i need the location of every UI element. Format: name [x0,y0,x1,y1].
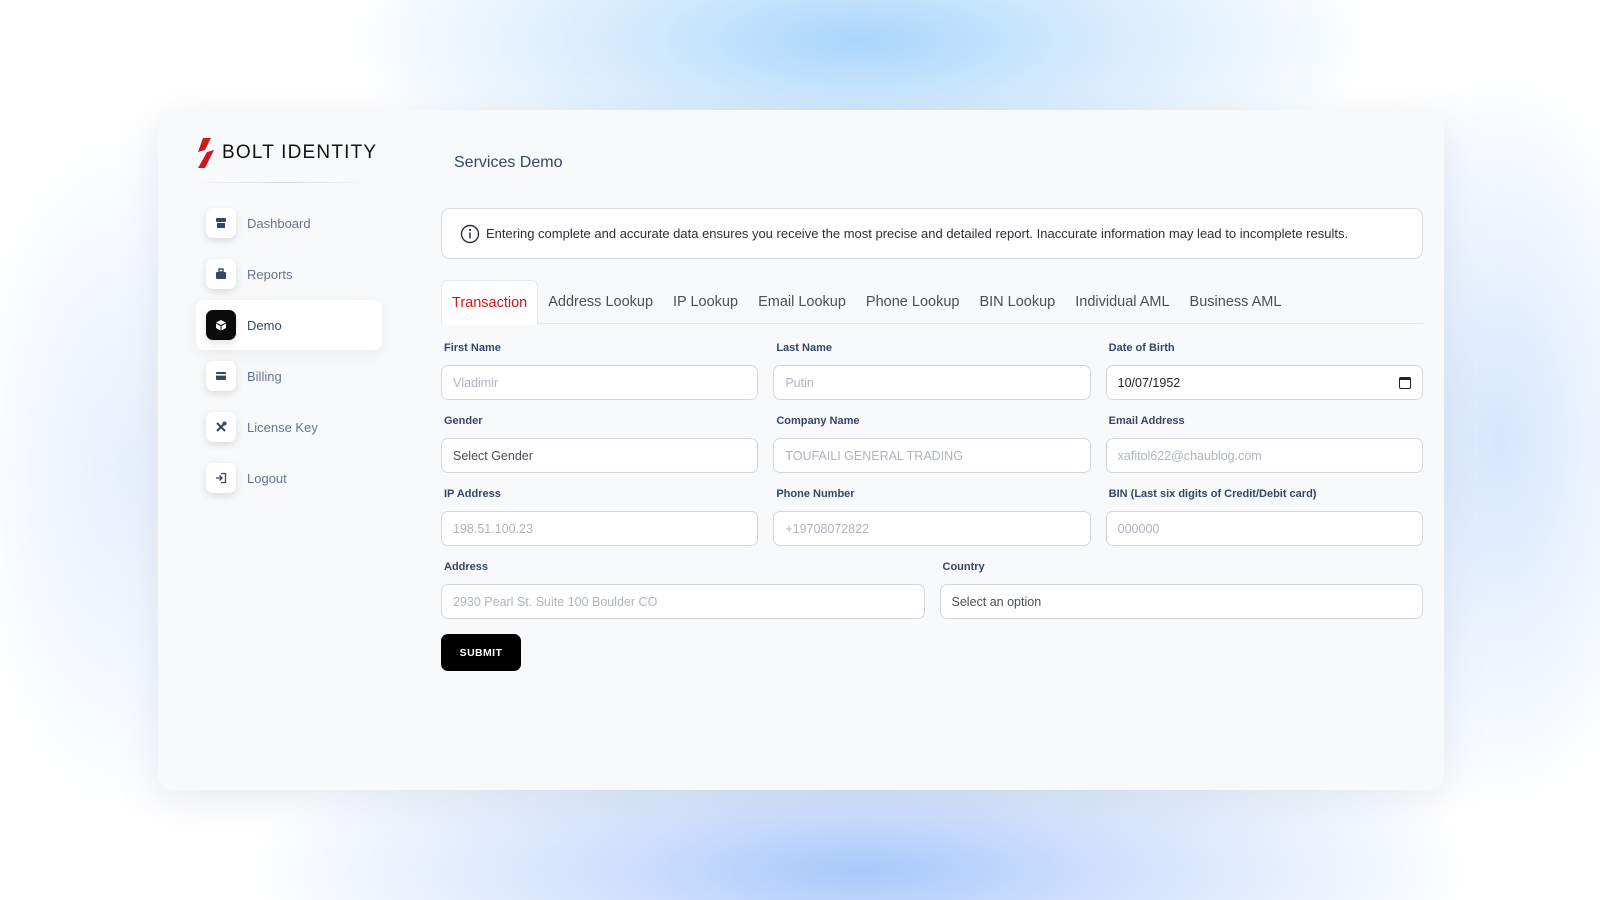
company-label: Company Name [776,415,860,427]
ip-label: IP Address [444,488,501,500]
address-field[interactable]: 2930 Pearl St. Suite 100 Boulder CO [441,584,925,619]
transaction-form: First Name Vladimir Last Name Putin Date… [441,342,1423,671]
sidebar: BOLT IDENTITY Dashboard Reports Demo Bil… [158,110,398,790]
logout-icon [206,463,236,493]
store-icon [206,208,236,238]
form-row: IP Address 198.51.100.23 Phone Number +1… [441,488,1423,546]
form-row: First Name Vladimir Last Name Putin Date… [441,342,1423,400]
tab-ip-lookup[interactable]: IP Lookup [663,280,748,324]
form-row: Address 2930 Pearl St. Suite 100 Boulder… [441,561,1423,619]
phone-group: Phone Number +19708072822 [773,488,1091,546]
info-alert: Entering complete and accurate data ensu… [441,208,1423,259]
gender-group: Gender Select Gender [441,415,759,473]
info-icon [460,224,480,243]
sidebar-item-label: Dashboard [247,215,311,231]
sidebar-item-label: Reports [247,266,293,282]
phone-number-field[interactable]: +19708072822 [773,511,1091,546]
phone-label: Phone Number [776,488,855,500]
brand-logo[interactable]: BOLT IDENTITY [194,138,377,168]
first-name-group: First Name Vladimir [441,342,759,400]
email-group: Email Address xafitol622@chaublog.com [1105,415,1423,473]
tab-business-aml[interactable]: Business AML [1180,280,1292,324]
form-row: Gender Select Gender Company Name TOUFAI… [441,415,1423,473]
bin-field[interactable]: 000000 [1105,511,1423,546]
page-title: Services Demo [454,154,563,171]
first-name-field[interactable]: Vladimir [441,365,759,400]
bin-group: BIN (Last six digits of Credit/Debit car… [1105,488,1423,546]
company-name-field[interactable]: TOUFAILI GENERAL TRADING [773,438,1091,473]
country-label: Country [942,561,985,573]
brand-name: BOLT IDENTITY [222,142,378,163]
dob-label: Date of Birth [1108,342,1175,354]
sidebar-item-license-key[interactable]: License Key [196,402,382,452]
tab-email-lookup[interactable]: Email Lookup [748,280,856,324]
gender-select[interactable]: Select Gender [441,438,759,473]
gender-label: Gender [444,415,483,427]
email-label: Email Address [1108,415,1185,427]
sidebar-item-billing[interactable]: Billing [196,351,382,401]
sidebar-divider [194,182,370,183]
sidebar-item-reports[interactable]: Reports [196,249,382,299]
sidebar-item-label: Logout [247,470,287,486]
sidebar-item-label: License Key [247,419,318,435]
tab-bin-lookup[interactable]: BIN Lookup [969,280,1065,324]
country-group: Country Select an option [939,561,1423,619]
submit-button[interactable]: SUBMIT [441,634,521,671]
sidebar-item-demo[interactable]: Demo [196,300,382,350]
last-name-label: Last Name [776,342,832,354]
box-icon [206,310,236,340]
tab-phone-lookup[interactable]: Phone Lookup [856,280,970,324]
ip-address-field[interactable]: 198.51.100.23 [441,511,759,546]
last-name-group: Last Name Putin [773,342,1091,400]
credit-card-icon [206,361,236,391]
alert-text: Entering complete and accurate data ensu… [486,226,1349,241]
tab-transaction[interactable]: Transaction [441,280,539,325]
country-select[interactable]: Select an option [939,584,1423,619]
briefcase-icon [206,259,236,289]
bolt-logo-icon [198,138,214,168]
tab-individual-aml[interactable]: Individual AML [1065,280,1179,324]
address-group: Address 2930 Pearl St. Suite 100 Boulder… [441,561,925,619]
company-group: Company Name TOUFAILI GENERAL TRADING [773,415,1091,473]
ip-group: IP Address 198.51.100.23 [441,488,759,546]
address-label: Address [444,561,489,573]
email-field[interactable]: xafitol622@chaublog.com [1105,438,1423,473]
sidebar-item-label: Demo [247,317,282,333]
last-name-field[interactable]: Putin [773,365,1091,400]
dob-group: Date of Birth 10/07/1952 [1105,342,1423,400]
sidebar-item-dashboard[interactable]: Dashboard [196,198,382,248]
sidebar-item-label: Billing [247,368,282,384]
app-window: BOLT IDENTITY Dashboard Reports Demo Bil… [158,110,1444,790]
service-tabs: Transaction Address Lookup IP Lookup Ema… [441,280,1423,325]
bin-label: BIN (Last six digits of Credit/Debit car… [1108,488,1317,500]
sidebar-item-logout[interactable]: Logout [196,453,382,503]
sidebar-nav: Dashboard Reports Demo Billing License K… [196,198,382,504]
calendar-icon[interactable] [1398,376,1411,389]
tab-address-lookup[interactable]: Address Lookup [538,280,663,324]
tools-icon [206,412,236,442]
dob-field[interactable]: 10/07/1952 [1105,365,1423,400]
dob-value: 10/07/1952 [1117,375,1181,390]
first-name-label: First Name [444,342,501,354]
